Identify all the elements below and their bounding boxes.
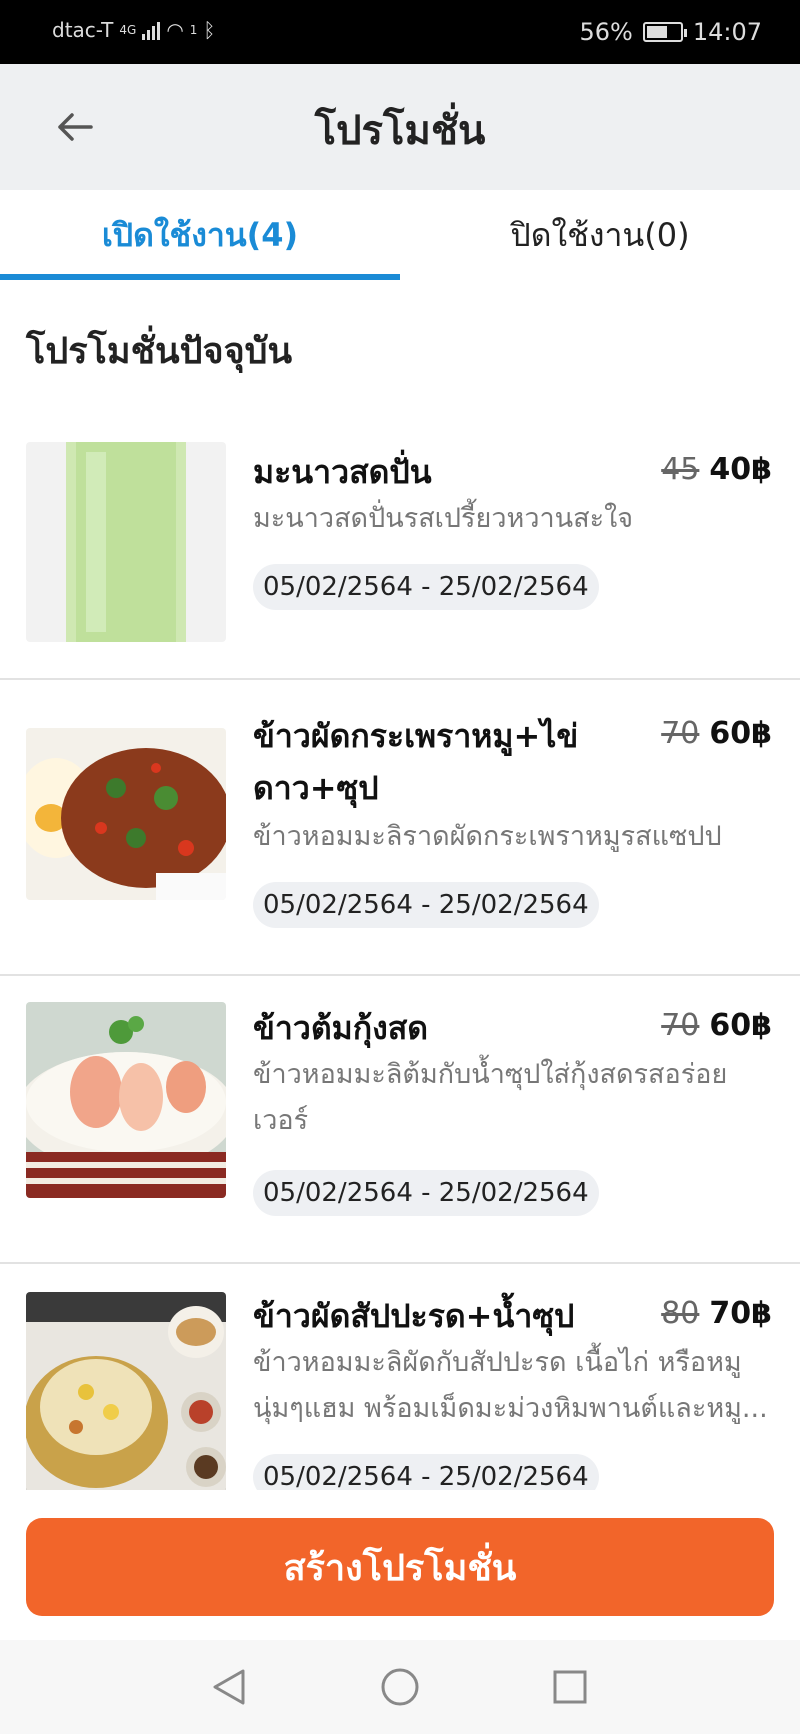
promotion-thumbnail <box>26 1002 226 1198</box>
promotion-item[interactable]: มะนาวสดปั่น 45 40฿ มะนาวสดปั่นรสเปรี้ยวห… <box>0 420 800 680</box>
nav-home-button[interactable] <box>377 1664 423 1710</box>
clock: 14:07 <box>692 18 762 46</box>
promotion-date-range: 05/02/2564 - 25/02/2564 <box>253 564 599 610</box>
app-header: โปรโมชั่น <box>0 64 800 190</box>
promotion-description: ข้าวหอมมะลิผัดกับสัปปะรด เนื้อไก่ หรือหม… <box>253 1347 768 1424</box>
page-title: โปรโมชั่น <box>314 108 486 154</box>
square-recents-icon <box>553 1670 587 1704</box>
promotion-name: ข้าวผัดกระเพราหมู+ไข่ดาว+ซุป <box>253 717 579 807</box>
triangle-back-icon <box>213 1669 245 1705</box>
promotion-name: มะนาวสดปั่น <box>253 453 432 491</box>
old-price: 45 <box>661 452 700 487</box>
battery-percent: 56% <box>579 18 633 46</box>
promotion-name: ข้าวต้มกุ้งสด <box>253 1009 428 1047</box>
section-title: โปรโมชั่นปัจจุบัน <box>26 331 293 372</box>
new-price: 60฿ <box>709 1008 772 1043</box>
status-left: dtac-T 4G ◠ 1 ᛒ <box>52 18 215 42</box>
promotion-description: ข้าวหอมมะลิต้มกับน้ำซุปใส่กุ้งสดรสอร่อยเ… <box>253 1059 728 1136</box>
nav-recents-button[interactable] <box>547 1664 593 1710</box>
system-nav-bar <box>0 1640 800 1734</box>
promotion-name: ข้าวผัดสัปปะรด+น้ำซุป <box>253 1297 575 1335</box>
wifi-icon: ◠ <box>166 18 184 42</box>
signal-icon <box>142 20 161 40</box>
tab-bar: เปิดใช้งาน(4) ปิดใช้งาน(0) <box>0 190 800 280</box>
promotion-description: ข้าวหอมมะลิราดผัดกระเพราหมูรสแซปป <box>253 821 722 852</box>
network-label: 4G <box>119 23 137 37</box>
pineapple-fried-rice-image <box>26 1292 226 1490</box>
sim-label: 1 <box>189 23 198 37</box>
promotion-date-range: 05/02/2564 - 25/02/2564 <box>253 1454 599 1490</box>
tab-active[interactable]: เปิดใช้งาน(4) <box>0 210 400 261</box>
promotion-list[interactable]: มะนาวสดปั่น 45 40฿ มะนาวสดปั่นรสเปรี้ยวห… <box>0 420 800 1490</box>
old-price: 70 <box>661 1008 700 1043</box>
promotion-price: 80 70฿ <box>661 1296 772 1331</box>
promotion-item[interactable]: ข้าวผัดสัปปะรด+น้ำซุป 80 70฿ ข้าวหอมมะลิ… <box>0 1264 800 1490</box>
promotion-price: 70 60฿ <box>661 1008 772 1043</box>
bluetooth-icon: ᛒ <box>203 18 216 42</box>
tab-inactive[interactable]: ปิดใช้งาน(0) <box>400 210 800 261</box>
promotion-date-range: 05/02/2564 - 25/02/2564 <box>253 1170 599 1216</box>
status-bar: dtac-T 4G ◠ 1 ᛒ 56% 14:07 <box>0 0 800 64</box>
promotion-price: 45 40฿ <box>661 452 772 487</box>
promotion-thumbnail <box>26 1292 226 1490</box>
promotion-thumbnail <box>26 728 226 900</box>
nav-back-button[interactable] <box>206 1664 252 1710</box>
promotion-thumbnail <box>26 442 226 642</box>
old-price: 70 <box>661 716 700 751</box>
circle-home-icon <box>381 1668 419 1706</box>
old-price: 80 <box>661 1296 700 1331</box>
status-right: 56% 14:07 <box>579 18 762 46</box>
basil-pork-rice-image <box>26 728 226 900</box>
promotion-item[interactable]: ข้าวต้มกุ้งสด 70 60฿ ข้าวหอมมะลิต้มกับน้… <box>0 976 800 1264</box>
new-price: 60฿ <box>709 716 772 751</box>
lime-smoothie-image <box>26 442 226 642</box>
new-price: 40฿ <box>709 452 772 487</box>
tab-underline <box>0 274 400 280</box>
battery-icon <box>642 22 687 42</box>
promotion-item[interactable]: ข้าวผัดกระเพราหมู+ไข่ดาว+ซุป 70 60฿ ข้าว… <box>0 680 800 976</box>
promotion-price: 70 60฿ <box>661 716 772 751</box>
new-price: 70฿ <box>709 1296 772 1331</box>
shrimp-porridge-image <box>26 1002 226 1198</box>
carrier-label: dtac-T <box>52 18 114 42</box>
promotion-description: มะนาวสดปั่นรสเปรี้ยวหวานสะใจ <box>253 503 634 534</box>
promotion-date-range: 05/02/2564 - 25/02/2564 <box>253 882 599 928</box>
create-promotion-button[interactable]: สร้างโปรโมชั่น <box>26 1518 774 1616</box>
